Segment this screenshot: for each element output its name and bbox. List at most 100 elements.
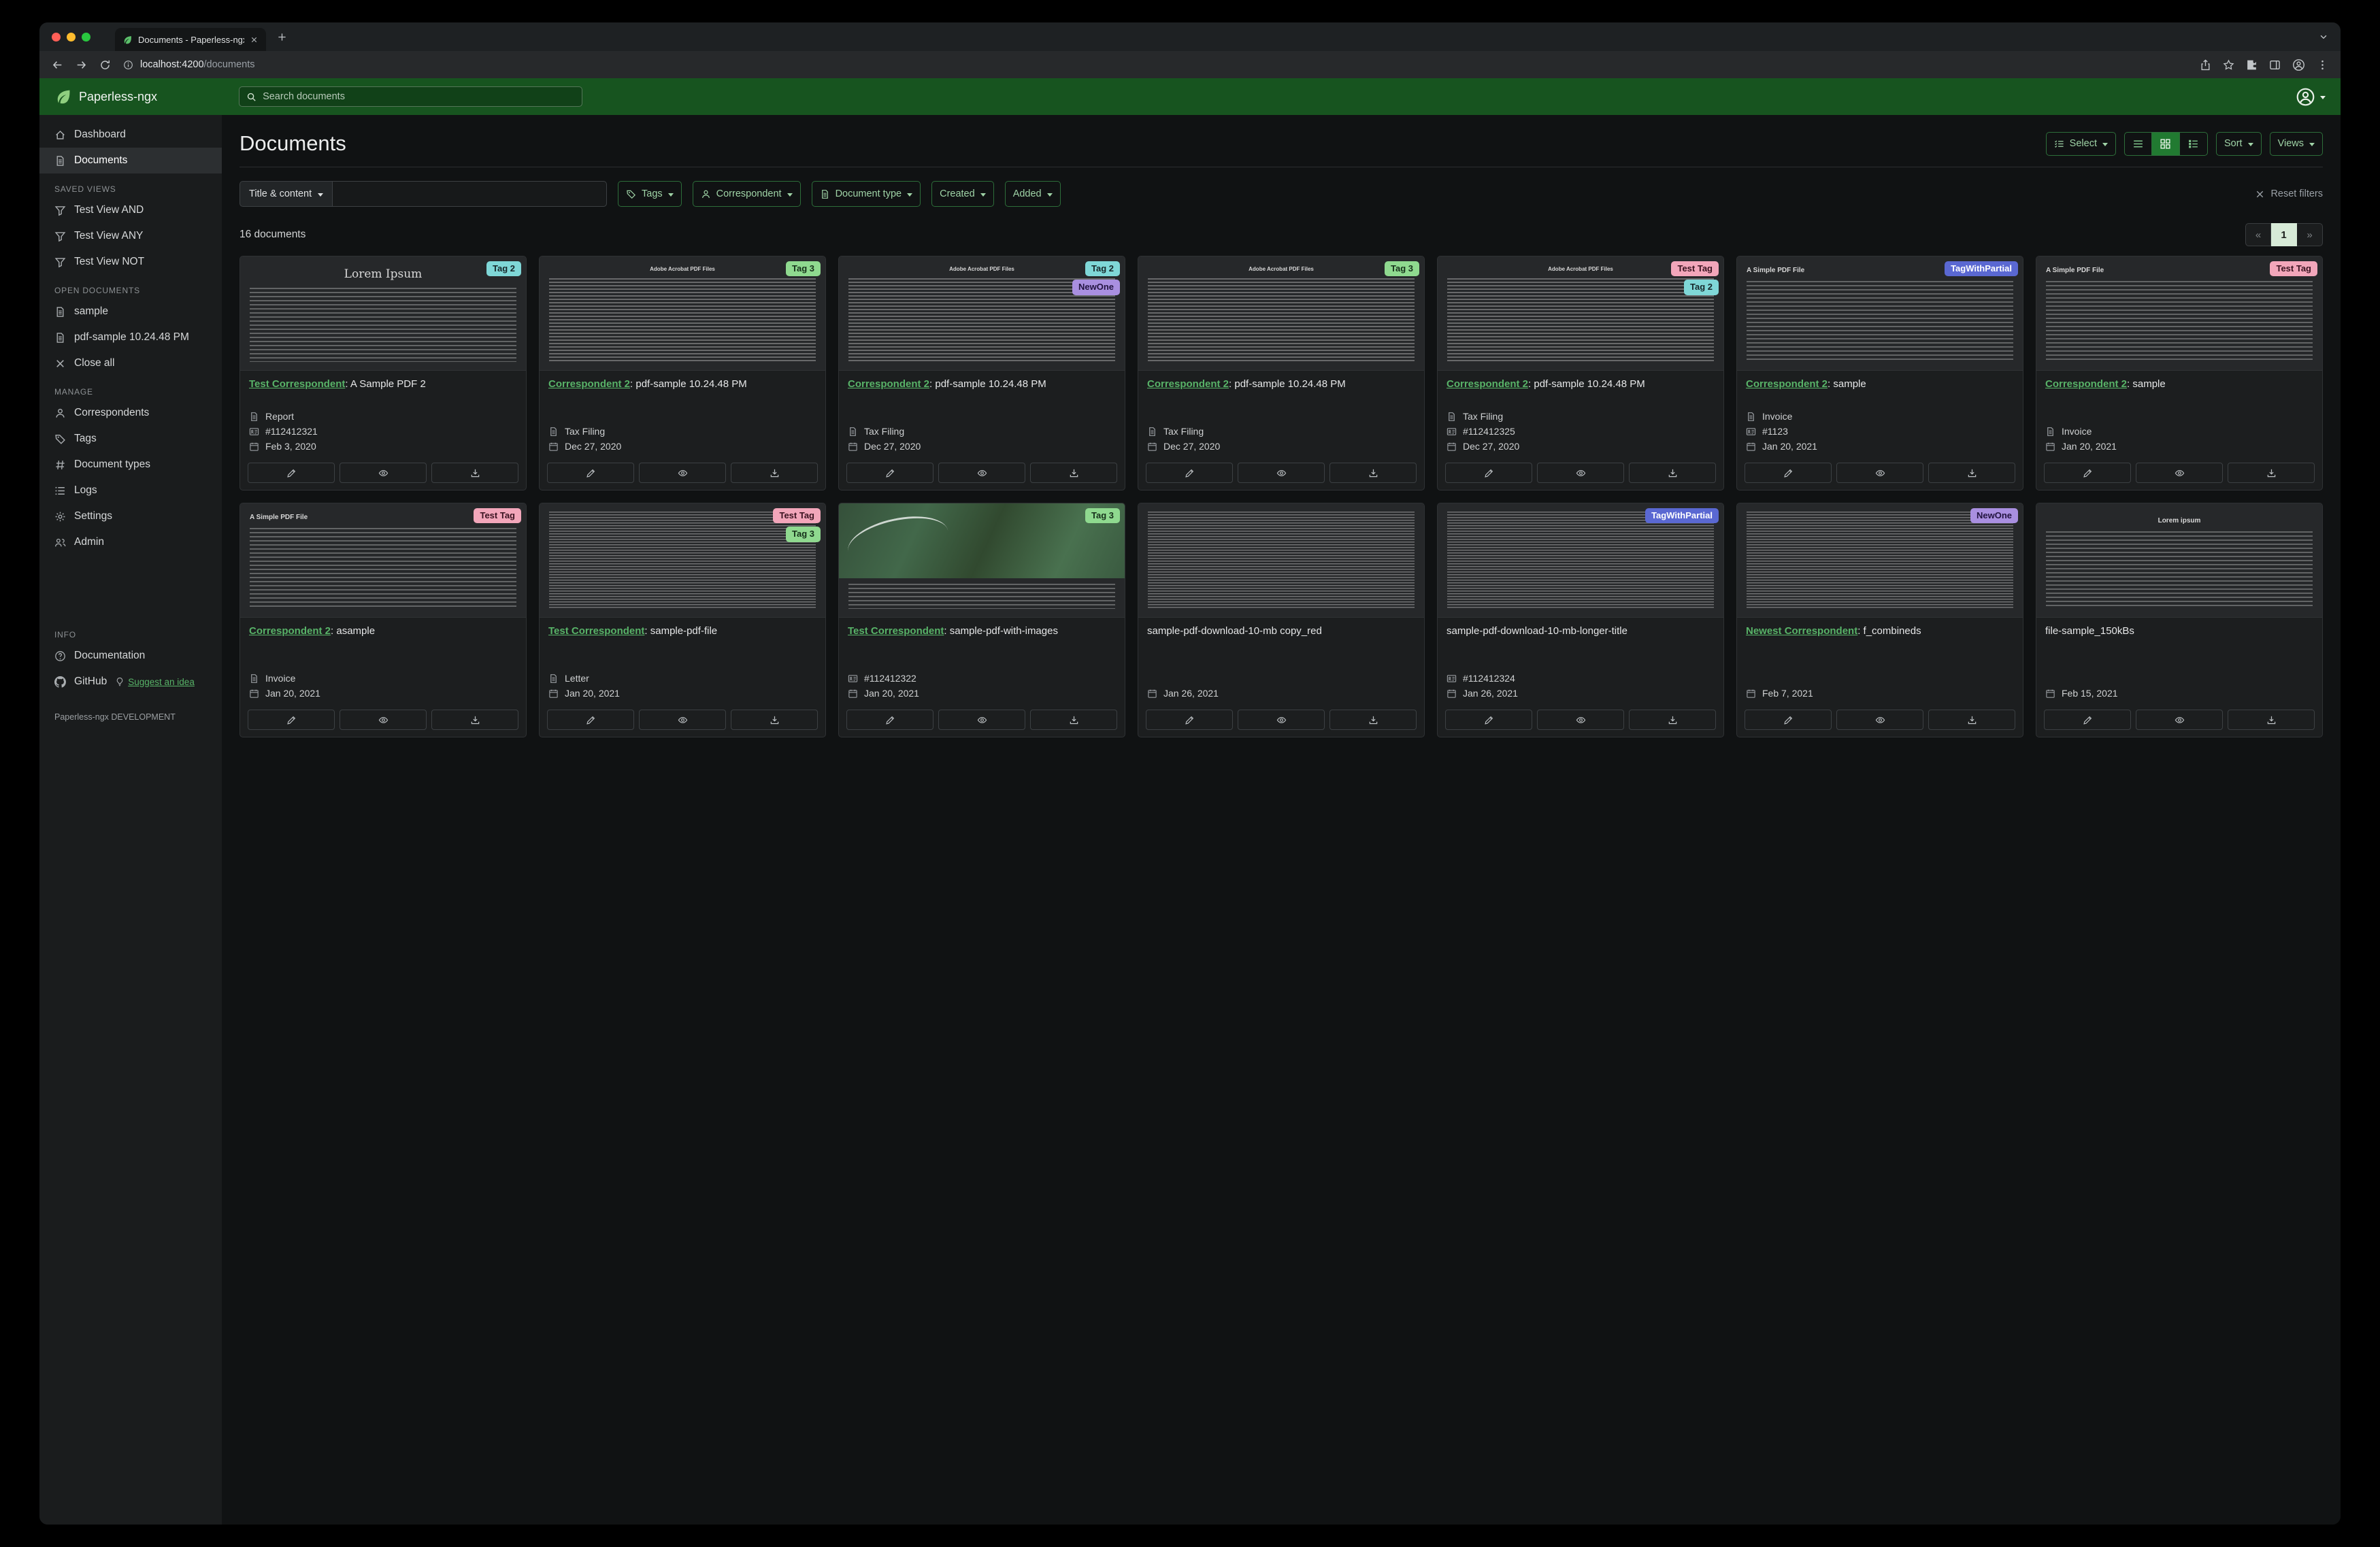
- site-info-icon[interactable]: [123, 60, 133, 70]
- view-button[interactable]: [938, 463, 1025, 483]
- download-button[interactable]: [431, 463, 518, 483]
- close-window-button[interactable]: [52, 32, 61, 41]
- document-thumbnail[interactable]: NewOne: [1737, 503, 2023, 618]
- edit-button[interactable]: [547, 463, 634, 483]
- download-button[interactable]: [1629, 463, 1716, 483]
- sidebar-item-close-all[interactable]: Close all: [39, 350, 222, 376]
- document-thumbnail[interactable]: Tag 3: [839, 503, 1125, 618]
- new-tab-button[interactable]: [277, 32, 287, 42]
- sidebar-item-github[interactable]: GitHub Suggest an idea: [39, 669, 222, 695]
- document-thumbnail[interactable]: TagWithPartial: [1438, 503, 1723, 618]
- tags-filter-button[interactable]: Tags: [618, 181, 682, 207]
- correspondent-link[interactable]: Correspondent 2: [249, 625, 331, 637]
- sidebar-item-logs[interactable]: Logs: [39, 478, 222, 503]
- view-button[interactable]: [639, 463, 726, 483]
- back-icon[interactable]: [52, 59, 63, 71]
- extensions-puzzle-icon[interactable]: [2246, 59, 2258, 71]
- view-button[interactable]: [340, 463, 427, 483]
- sidebar-item-saved-view-any[interactable]: Test View ANY: [39, 223, 222, 249]
- previous-page-button[interactable]: «: [2245, 223, 2271, 246]
- download-button[interactable]: [1030, 463, 1117, 483]
- download-button[interactable]: [731, 463, 818, 483]
- view-button[interactable]: [1238, 463, 1325, 483]
- views-button[interactable]: Views: [2269, 131, 2323, 156]
- added-filter-button[interactable]: Added: [1004, 181, 1061, 207]
- side-panel-icon[interactable]: [2269, 59, 2281, 71]
- view-button[interactable]: [1238, 710, 1325, 730]
- title-content-input[interactable]: [333, 181, 607, 207]
- view-button[interactable]: [1836, 710, 1923, 730]
- bookmark-star-icon[interactable]: [2223, 59, 2234, 71]
- document-thumbnail[interactable]: A Simple PDF File Test Tag: [2036, 256, 2322, 371]
- tag-badge[interactable]: NewOne: [1072, 280, 1120, 295]
- sidebar-item-open-document-pdf-sample[interactable]: pdf-sample 10.24.48 PM: [39, 325, 222, 350]
- view-button[interactable]: [639, 710, 726, 730]
- page-1-button[interactable]: 1: [2271, 223, 2297, 246]
- correspondent-filter-button[interactable]: Correspondent: [692, 181, 801, 207]
- document-thumbnail[interactable]: Adobe Acrobat PDF Files Tag 3: [540, 256, 825, 371]
- download-button[interactable]: [1329, 463, 1417, 483]
- download-button[interactable]: [431, 710, 518, 730]
- view-button[interactable]: [1537, 463, 1624, 483]
- edit-button[interactable]: [1146, 463, 1233, 483]
- document-thumbnail[interactable]: A Simple PDF File Test Tag: [240, 503, 526, 618]
- correspondent-link[interactable]: Correspondent 2: [1746, 378, 1828, 390]
- download-button[interactable]: [2228, 463, 2315, 483]
- reload-icon[interactable]: [99, 59, 111, 71]
- tag-badge[interactable]: Tag 3: [786, 527, 821, 542]
- sidebar-item-saved-view-and[interactable]: Test View AND: [39, 197, 222, 223]
- app-brand[interactable]: Paperless-ngx: [54, 88, 157, 105]
- document-thumbnail[interactable]: Lorem Ipsum Tag 2: [240, 256, 526, 371]
- document-thumbnail[interactable]: Lorem ipsum: [2036, 503, 2322, 618]
- created-filter-button[interactable]: Created: [931, 181, 994, 207]
- edit-button[interactable]: [2044, 710, 2131, 730]
- view-button[interactable]: [2136, 710, 2223, 730]
- sidebar-item-admin[interactable]: Admin: [39, 529, 222, 555]
- zoom-window-button[interactable]: [82, 32, 90, 41]
- tag-badge[interactable]: Tag 3: [1085, 508, 1120, 524]
- download-button[interactable]: [1329, 710, 1417, 730]
- edit-button[interactable]: [248, 463, 335, 483]
- edit-button[interactable]: [1445, 463, 1532, 483]
- suggest-idea-link[interactable]: Suggest an idea: [115, 677, 195, 687]
- document-thumbnail[interactable]: A Simple PDF File TagWithPartial: [1737, 256, 2023, 371]
- edit-button[interactable]: [248, 710, 335, 730]
- download-button[interactable]: [731, 710, 818, 730]
- tab-search-chevron-icon[interactable]: [2319, 32, 2328, 41]
- tab-close-icon[interactable]: [250, 35, 259, 44]
- tag-badge[interactable]: Test Tag: [2270, 261, 2317, 277]
- sidebar-item-dashboard[interactable]: Dashboard: [39, 122, 222, 148]
- grid-view-button[interactable]: [2151, 131, 2180, 156]
- edit-button[interactable]: [1745, 463, 1832, 483]
- correspondent-link[interactable]: Test Correspondent: [249, 378, 345, 390]
- tag-badge[interactable]: TagWithPartial: [1645, 508, 1719, 524]
- profile-avatar-icon[interactable]: [2292, 59, 2305, 71]
- minimize-window-button[interactable]: [67, 32, 76, 41]
- view-button[interactable]: [2136, 463, 2223, 483]
- address-bar[interactable]: localhost:4200/documents: [123, 59, 2187, 70]
- reset-filters-button[interactable]: Reset filters: [2255, 188, 2323, 199]
- select-button[interactable]: Select: [2045, 131, 2116, 156]
- correspondent-link[interactable]: Correspondent 2: [848, 378, 929, 390]
- share-icon[interactable]: [2200, 59, 2211, 71]
- browser-menu-icon[interactable]: [2317, 59, 2328, 71]
- view-button[interactable]: [340, 710, 427, 730]
- edit-button[interactable]: [1445, 710, 1532, 730]
- sidebar-item-correspondents[interactable]: Correspondents: [39, 400, 222, 426]
- tag-badge[interactable]: Test Tag: [474, 508, 521, 524]
- sidebar-item-documents[interactable]: Documents: [39, 148, 222, 173]
- download-button[interactable]: [2228, 710, 2315, 730]
- download-button[interactable]: [1928, 710, 2015, 730]
- sidebar-item-settings[interactable]: Settings: [39, 503, 222, 529]
- edit-button[interactable]: [1745, 710, 1832, 730]
- title-content-dropdown[interactable]: Title & content: [239, 181, 333, 207]
- document-thumbnail[interactable]: Adobe Acrobat PDF Files Tag 3: [1138, 256, 1424, 371]
- edit-button[interactable]: [547, 710, 634, 730]
- sidebar-item-documentation[interactable]: Documentation: [39, 643, 222, 669]
- tag-badge[interactable]: Tag 2: [486, 261, 521, 277]
- detail-view-button[interactable]: [2179, 131, 2208, 156]
- tag-badge[interactable]: Test Tag: [773, 508, 821, 524]
- correspondent-link[interactable]: Correspondent 2: [1147, 378, 1229, 390]
- account-menu[interactable]: [2296, 87, 2326, 107]
- tag-badge[interactable]: Tag 2: [1085, 261, 1120, 277]
